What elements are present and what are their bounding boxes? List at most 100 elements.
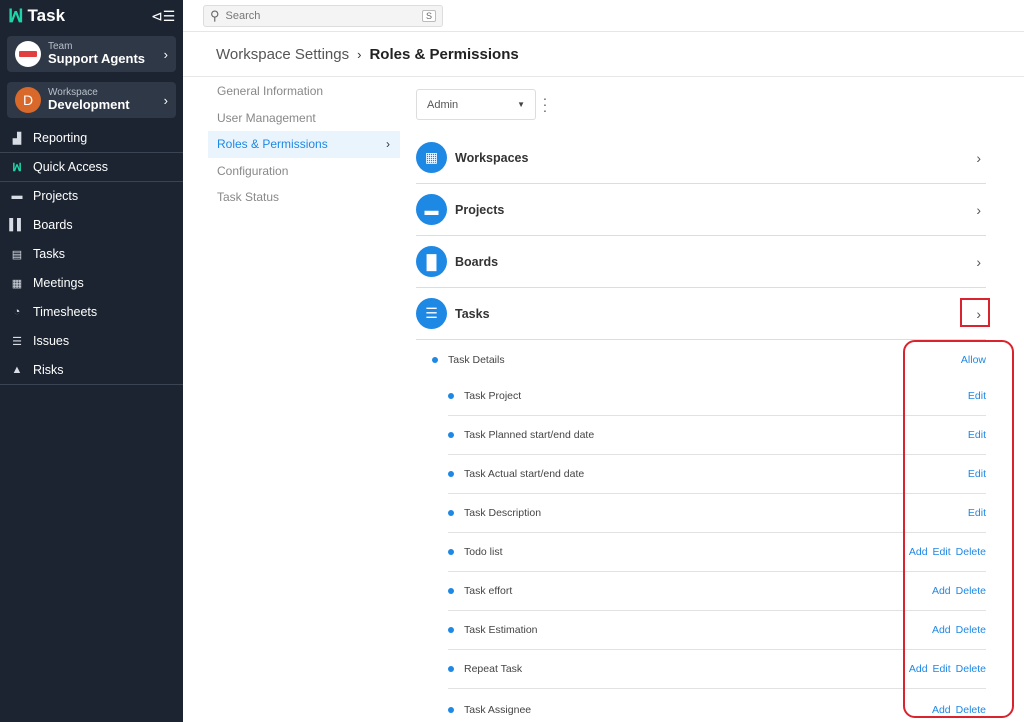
warning-icon: ▲	[11, 364, 23, 376]
sidebar-item-label: Meetings	[33, 276, 84, 290]
chevron-right-icon: ›	[976, 149, 981, 166]
board-icon: ▐▌	[416, 246, 447, 277]
breadcrumb-parent[interactable]: Workspace Settings	[216, 46, 349, 63]
section-title: Workspaces	[455, 150, 529, 165]
chevron-right-icon: ›	[386, 137, 390, 152]
role-select[interactable]: Admin ▼	[416, 89, 536, 120]
chart-icon: ▟	[12, 132, 22, 145]
bullet-dot	[448, 510, 454, 516]
settings-item-label: Roles & Permissions	[217, 137, 328, 152]
bullet-dot	[432, 356, 438, 363]
permission-label: Task Estimation	[464, 624, 538, 636]
team-avatar	[15, 41, 41, 67]
chevron-right-icon: ›	[976, 201, 981, 218]
stopwatch-icon: ◔	[13, 306, 21, 318]
app-name: Task	[27, 6, 66, 25]
sidebar-item-label: Issues	[33, 334, 70, 348]
section-workspaces[interactable]: ▦ Workspaces ›	[416, 132, 986, 184]
sidebar-item-issues[interactable]: ☰ Issues	[0, 327, 183, 356]
sidebar-item-label: Timesheets	[33, 305, 98, 319]
settings-item-task-status[interactable]: Task Status	[208, 184, 400, 211]
board-icon: ▌▌	[9, 219, 25, 231]
sidebar-item-label: Risks	[33, 363, 64, 377]
sidebar: ꟽ Task ⊲☰ Team Support Agents › D Worksp…	[0, 0, 183, 722]
permission-label: Task Project	[464, 390, 522, 402]
team-name: Support Agents	[48, 51, 146, 67]
sidebar-item-label: Boards	[33, 218, 73, 232]
bullet-dot	[448, 666, 454, 672]
permission-label: Task effort	[464, 585, 513, 597]
role-select-value: Admin	[427, 98, 459, 111]
folder-icon: ▬	[416, 194, 447, 225]
sidebar-item-label: Reporting	[33, 131, 88, 145]
section-title: Projects	[455, 202, 505, 217]
bullet-dot	[448, 549, 454, 555]
sidebar-item-timesheets[interactable]: ◔ Timesheets	[0, 298, 183, 327]
chevron-right-icon: ›	[976, 253, 981, 270]
team-switcher[interactable]: Team Support Agents ›	[7, 36, 176, 72]
permission-label: Task Description	[464, 507, 542, 519]
sidebar-item-quick-access[interactable]: ꟽ Quick Access	[0, 153, 183, 182]
topbar: ⚲ Search S	[183, 0, 1024, 32]
collapse-sidebar-icon[interactable]: ⊲☰	[151, 8, 175, 25]
bullet-dot	[448, 393, 454, 399]
workspace-name: Development	[48, 97, 130, 113]
divider	[183, 76, 1024, 77]
workspace-avatar: D	[15, 87, 41, 113]
caret-down-icon: ▼	[517, 100, 525, 109]
logo-row: ꟽ Task ⊲☰	[0, 0, 183, 32]
folder-icon: ▬	[11, 190, 23, 202]
bullet-dot	[448, 706, 454, 713]
bullet-dot	[448, 432, 454, 438]
settings-menu: General Information User Management Role…	[208, 78, 400, 211]
highlight-box	[960, 298, 990, 327]
sidebar-nav: ▟ Reporting ꟽ Quick Access ▬ Projects ▌▌…	[0, 124, 183, 385]
permission-label: Repeat Task	[464, 663, 523, 675]
permission-label: Task Assignee	[464, 703, 532, 716]
bullet-dot	[448, 588, 454, 594]
sidebar-item-risks[interactable]: ▲ Risks	[0, 356, 183, 385]
sidebar-item-meetings[interactable]: ▦ Meetings	[0, 269, 183, 298]
settings-item-user-management[interactable]: User Management	[208, 105, 400, 132]
more-options-icon[interactable]: · · ·	[541, 91, 549, 117]
workspace-switcher[interactable]: D Workspace Development ›	[7, 82, 176, 118]
search-placeholder: Search	[225, 9, 261, 22]
sidebar-item-boards[interactable]: ▌▌ Boards	[0, 211, 183, 240]
tasks-icon: ☰	[416, 298, 447, 329]
bullet-dot	[448, 627, 454, 633]
permission-label: Task Actual start/end date	[464, 468, 585, 480]
sidebar-item-projects[interactable]: ▬ Projects	[0, 182, 183, 211]
highlight-outline	[903, 340, 1014, 718]
settings-item-roles-permissions[interactable]: Roles & Permissions ›	[208, 131, 400, 158]
settings-item-general-information[interactable]: General Information	[208, 78, 400, 105]
grid-icon: ▦	[416, 142, 447, 173]
section-boards[interactable]: ▐▌ Boards ›	[416, 236, 986, 288]
chevron-right-icon: ›	[163, 92, 168, 108]
sidebar-item-label: Quick Access	[33, 160, 109, 174]
section-tasks[interactable]: ☰ Tasks ›	[416, 288, 986, 340]
permission-label: Task Planned start/end date	[464, 429, 595, 441]
section-projects[interactable]: ▬ Projects ›	[416, 184, 986, 236]
app-logo-icon: ꟽ	[8, 5, 24, 26]
search-shortcut-badge: S	[421, 9, 436, 22]
search-icon: ⚲	[210, 7, 220, 23]
chevron-right-icon: ›	[163, 46, 168, 62]
search-input[interactable]: ⚲ Search S	[203, 4, 443, 27]
permission-label: Todo list	[464, 546, 503, 558]
clipboard-icon: ▤	[11, 248, 23, 261]
sidebar-item-tasks[interactable]: ▤ Tasks	[0, 240, 183, 269]
quick-access-icon: ꟽ	[12, 161, 22, 174]
page-title: Roles & Permissions	[369, 46, 519, 63]
list-icon: ☰	[12, 335, 22, 348]
settings-item-configuration[interactable]: Configuration	[208, 158, 400, 185]
section-title: Tasks	[455, 306, 490, 321]
sidebar-item-label: Tasks	[33, 247, 65, 261]
breadcrumb: Workspace Settings › Roles & Permissions	[216, 46, 519, 63]
chevron-right-icon: ›	[357, 47, 362, 62]
calendar-icon: ▦	[11, 277, 23, 290]
bullet-dot	[448, 471, 454, 477]
permission-label: Task Details	[448, 353, 505, 366]
sidebar-item-reporting[interactable]: ▟ Reporting	[0, 124, 183, 153]
section-title: Boards	[455, 254, 499, 269]
sidebar-item-label: Projects	[33, 189, 79, 203]
